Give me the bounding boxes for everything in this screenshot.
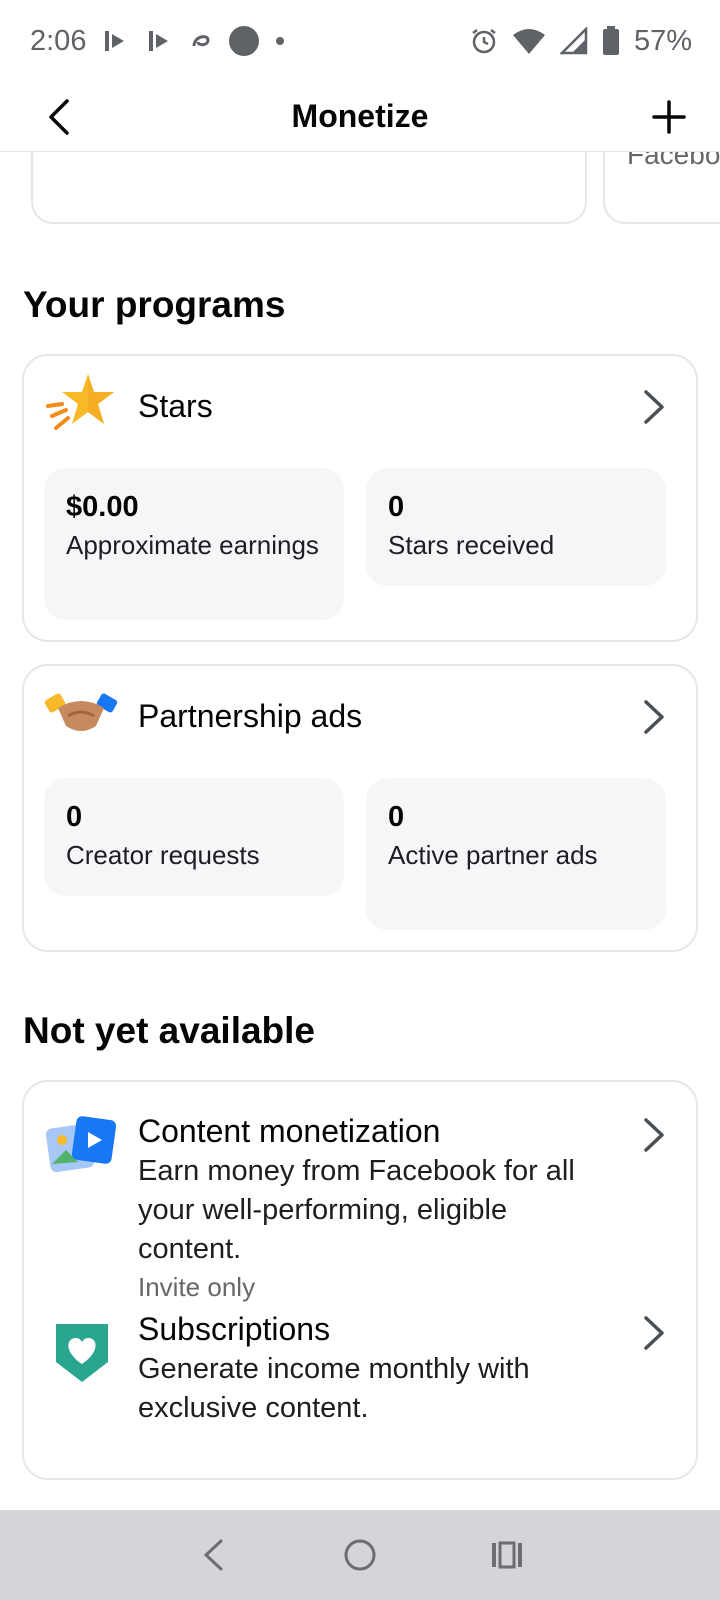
stat-approximate-earnings: $0.00 Approximate earnings [44,468,344,620]
chevron-right-icon [644,390,664,424]
back-button[interactable] [34,92,84,142]
stars-title: Stars [138,388,213,424]
nav-home-icon [344,1539,376,1571]
system-navigation-bar [0,1510,720,1600]
stars-card[interactable]: Stars $0.00 Approximate earnings 0 Stars… [22,354,698,642]
nav-recents-icon [491,1541,522,1569]
partnership-card-header[interactable]: Partnership ads [24,666,696,766]
status-time: 2:06 [30,24,87,57]
signal-icon [559,27,588,55]
stat-value: $0.00 [66,491,139,523]
partnership-ads-title: Partnership ads [138,698,363,734]
notification-swirl-icon [188,28,214,54]
stat-label: Creator requests [66,840,260,870]
wifi-icon [512,27,546,55]
stat-value: 0 [66,801,83,833]
subscriptions-description: Generate income monthly with exclusive c… [138,1353,530,1424]
partnership-ads-card[interactable]: Partnership ads 0 Creator requests 0 Act… [22,664,698,952]
nav-back-button[interactable] [183,1525,243,1585]
add-button[interactable] [644,92,694,142]
stat-creator-requests: 0 Creator requests [44,778,344,896]
nav-home-button[interactable] [330,1525,390,1585]
stat-label: Active partner ads [388,840,598,870]
stat-stars-received: 0 Stars received [366,468,666,586]
chevron-right-icon [644,1118,664,1152]
plus-icon [652,100,686,134]
status-bar: 2:06 57% [0,0,720,82]
content-monetization-item[interactable]: Content monetization Earn money from Fac… [24,1082,696,1302]
app-header: Monetize [0,82,720,152]
stat-value: 0 [388,801,405,833]
not-available-card: Content monetization Earn money from Fac… [22,1080,698,1480]
battery-icon [602,26,620,56]
nav-back-icon [204,1539,223,1571]
subscriptions-item[interactable]: Subscriptions Generate income monthly wi… [24,1310,696,1470]
nav-recents-button[interactable] [477,1525,537,1585]
chevron-right-icon [644,1316,664,1350]
section-heading-not-yet-available: Not yet available [23,1010,316,1051]
handshake-icon [44,693,118,731]
stat-active-partner-ads: 0 Active partner ads [366,778,666,930]
more-notifications-dot-icon [274,35,286,47]
battery-percent: 57% [633,24,692,57]
content-monetization-icon [46,1116,117,1173]
content-monetization-title: Content monetization [138,1113,441,1149]
notification-app-icon [144,26,174,56]
subscriptions-title: Subscriptions [138,1311,331,1347]
stars-card-header[interactable]: Stars [24,356,696,456]
page-title: Monetize [291,98,429,134]
alarm-icon [470,27,498,55]
section-heading-your-programs: Your programs [23,284,286,325]
chevron-right-icon [644,700,664,734]
back-arrow-icon [49,99,69,135]
notification-circle-icon [228,25,260,57]
subscriptions-shield-icon [56,1324,108,1382]
content-monetization-description: Earn money from Facebook for all your we… [138,1155,575,1265]
notification-app-icon [100,26,130,56]
stat-value: 0 [388,491,405,523]
invite-only-note: Invite only [138,1272,256,1302]
star-icon [46,374,114,430]
stat-label: Stars received [388,530,555,560]
stat-label: Approximate earnings [66,530,319,560]
